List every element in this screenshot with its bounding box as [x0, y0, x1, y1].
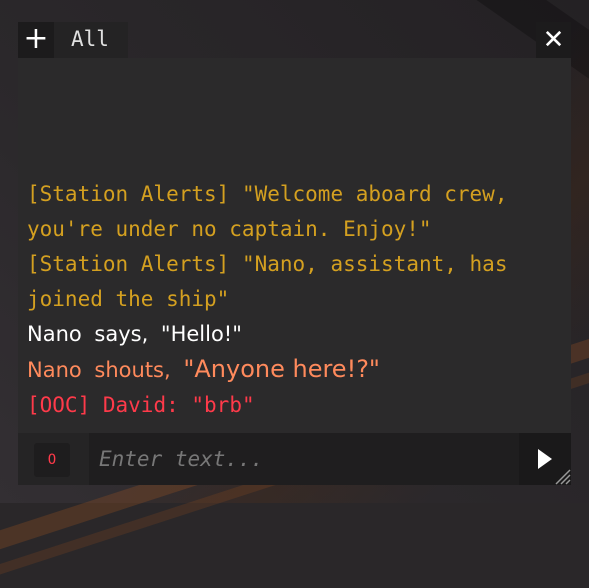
chat-input[interactable]	[89, 433, 519, 485]
chat-log[interactable]: [Station Alerts] "Welcome aboard crew, y…	[18, 58, 571, 433]
channel-badge[interactable]: O	[34, 443, 70, 477]
close-button[interactable]: ✕	[536, 22, 571, 58]
message-speaker: Nano	[27, 358, 82, 382]
play-arrow-icon	[538, 449, 552, 469]
message-source: [Station Alerts]	[27, 182, 230, 206]
input-bar: O	[18, 433, 571, 485]
message-verb: shouts,	[94, 358, 171, 382]
chat-message: Nano says, "Hello!"	[27, 317, 557, 352]
ooc-tag: [OOC]	[27, 393, 91, 417]
close-icon: ✕	[542, 25, 565, 55]
chat-message: [OOC] David: "brb"	[27, 388, 557, 423]
message-text: "Hello!"	[160, 322, 242, 346]
tab-label: All	[71, 27, 109, 51]
message-text: "Anyone here!?"	[183, 355, 380, 383]
chat-message: Nano shouts, "Anyone here!?"	[27, 352, 557, 388]
message-text: "brb"	[191, 393, 255, 417]
message-speaker: David:	[102, 393, 179, 417]
chat-toolbar: + All ✕	[18, 22, 571, 58]
chat-message: [Station Alerts] "Nano, assistant, has j…	[27, 247, 557, 317]
chat-message: [Station Alerts] "Welcome aboard crew, y…	[27, 177, 557, 247]
add-tab-button[interactable]: +	[18, 22, 54, 58]
resize-grip-icon[interactable]	[554, 468, 571, 485]
message-source: [Station Alerts]	[27, 252, 230, 276]
message-list: [Station Alerts] "Welcome aboard crew, y…	[27, 177, 557, 423]
message-speaker: Nano	[27, 322, 82, 346]
message-verb: says,	[94, 322, 149, 346]
tab-all[interactable]: All	[54, 22, 128, 58]
chat-window: + All ✕ [Station Alerts] "Welcome aboard…	[18, 22, 571, 485]
plus-icon: +	[23, 21, 49, 56]
